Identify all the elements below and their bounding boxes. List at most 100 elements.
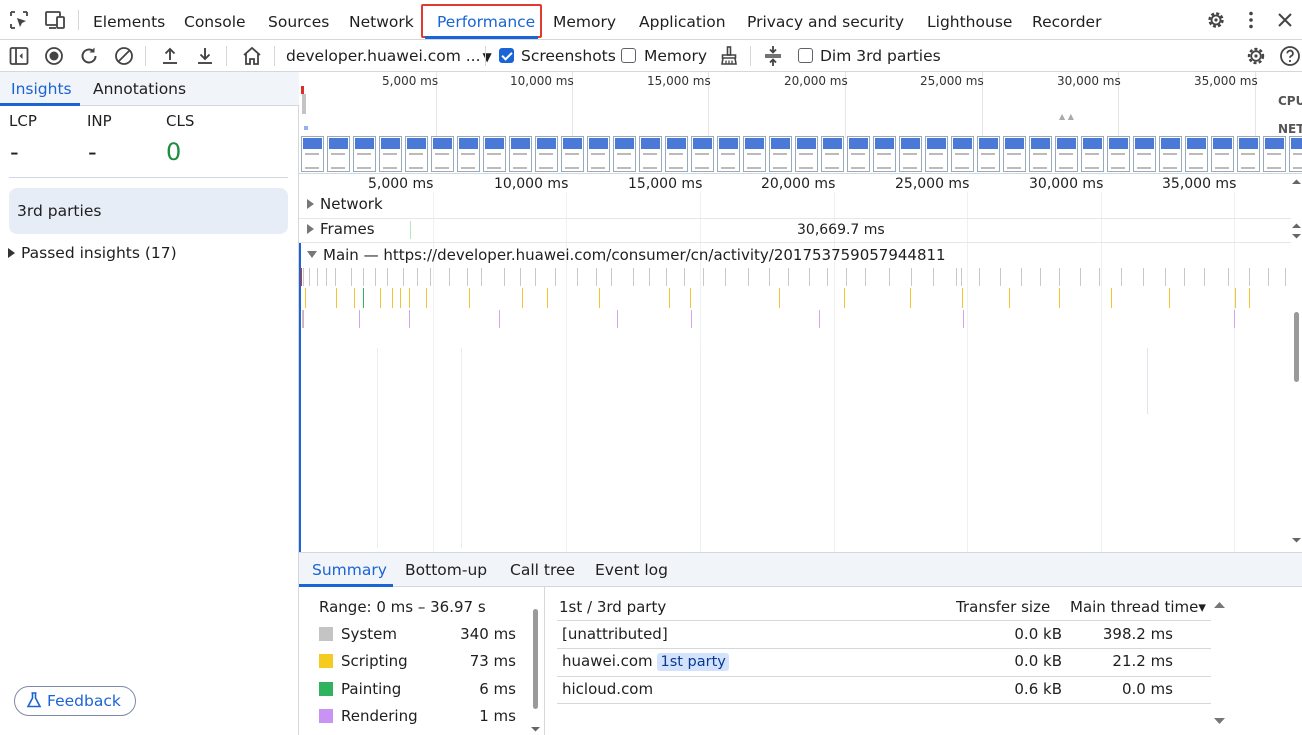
help-icon[interactable] — [1278, 44, 1302, 68]
screenshot-thumbnail[interactable] — [1003, 136, 1026, 172]
screenshot-thumbnail[interactable] — [457, 136, 480, 172]
toggle-sidebar-icon[interactable] — [7, 44, 31, 68]
recording-url-select[interactable]: developer.huawei.com ... ▼ — [286, 40, 492, 73]
task-slice[interactable] — [666, 268, 667, 286]
screenshot-thumbnail[interactable] — [769, 136, 792, 172]
task-trail[interactable] — [461, 348, 462, 548]
task-slice[interactable] — [1099, 268, 1100, 286]
rendering-slice[interactable] — [359, 310, 360, 328]
home-icon[interactable] — [240, 44, 264, 68]
rendering-slice[interactable] — [499, 310, 500, 328]
task-slice[interactable] — [846, 268, 847, 286]
task-slice[interactable] — [481, 268, 482, 286]
scripting-slice[interactable] — [400, 288, 401, 308]
screenshot-thumbnail[interactable] — [665, 136, 688, 172]
task-slice[interactable] — [577, 268, 578, 286]
task-slice[interactable] — [504, 268, 505, 286]
screenshot-thumbnail[interactable] — [379, 136, 402, 172]
task-slice[interactable] — [956, 268, 957, 286]
scripting-slice[interactable] — [426, 288, 427, 308]
tab-recorder[interactable]: Recorder — [1032, 0, 1101, 40]
inspect-element-icon[interactable] — [8, 9, 30, 31]
task-trail[interactable] — [700, 348, 701, 548]
screenshot-thumbnail[interactable] — [561, 136, 584, 172]
frames-track-header[interactable]: Frames — [307, 220, 375, 238]
scripting-slice[interactable] — [844, 288, 845, 308]
scripting-slice[interactable] — [547, 288, 548, 308]
tab-application[interactable]: Application — [639, 0, 726, 40]
task-slice[interactable] — [649, 268, 650, 286]
garbage-collect-broom-icon[interactable] — [717, 44, 741, 68]
device-toolbar-icon[interactable] — [44, 9, 66, 31]
tab-call-tree[interactable]: Call tree — [510, 553, 575, 587]
screenshot-thumbnail[interactable] — [509, 136, 532, 172]
task-slice[interactable] — [1000, 268, 1001, 286]
scripting-slice[interactable] — [354, 288, 355, 308]
screenshot-thumbnail[interactable] — [847, 136, 870, 172]
column-header-transfer-size[interactable]: Transfer size — [956, 598, 1050, 616]
screenshot-thumbnail[interactable] — [301, 136, 324, 172]
screenshot-thumbnail[interactable] — [587, 136, 610, 172]
scripting-slice[interactable] — [690, 288, 691, 308]
screenshot-thumbnail[interactable] — [353, 136, 376, 172]
task-slice[interactable] — [375, 268, 376, 286]
task-slice[interactable] — [335, 268, 336, 286]
scripting-slice[interactable] — [336, 288, 337, 308]
long-task-marker[interactable] — [301, 268, 302, 286]
screenshot-thumbnail[interactable] — [1159, 136, 1182, 172]
collapse-tracks-icon[interactable] — [761, 44, 785, 68]
task-slice[interactable] — [1249, 268, 1250, 286]
screenshot-thumbnail[interactable] — [431, 136, 454, 172]
task-slice[interactable] — [467, 268, 468, 286]
painting-slice[interactable] — [363, 288, 364, 308]
clear-icon[interactable] — [112, 44, 136, 68]
task-slice[interactable] — [788, 268, 789, 286]
scripting-slice[interactable] — [1235, 288, 1236, 308]
tab-insights[interactable]: Insights — [11, 72, 72, 106]
tab-lighthouse[interactable]: Lighthouse — [927, 0, 1012, 40]
task-slice[interactable] — [809, 268, 810, 286]
screenshot-thumbnail[interactable] — [1055, 136, 1078, 172]
screenshot-thumbnail[interactable] — [327, 136, 350, 172]
screenshot-thumbnail[interactable] — [899, 136, 922, 172]
tab-console[interactable]: Console — [184, 0, 246, 40]
screenshot-thumbnail[interactable] — [1029, 136, 1052, 172]
task-slice[interactable] — [1204, 268, 1205, 286]
screenshots-checkbox[interactable] — [499, 48, 514, 63]
close-icon[interactable] — [1274, 9, 1296, 31]
screenshot-thumbnail[interactable] — [483, 136, 506, 172]
screenshot-thumbnail[interactable] — [873, 136, 896, 172]
tab-sources[interactable]: Sources — [268, 0, 329, 40]
task-slice[interactable] — [363, 268, 364, 286]
task-slice[interactable] — [1184, 268, 1185, 286]
task-slice[interactable] — [1080, 268, 1081, 286]
scripting-slice[interactable] — [305, 288, 306, 308]
screenshot-thumbnail[interactable] — [1133, 136, 1156, 172]
tab-network[interactable]: Network — [349, 0, 414, 40]
tab-memory[interactable]: Memory — [553, 0, 616, 40]
memory-checkbox[interactable] — [621, 48, 636, 63]
scripting-slice[interactable] — [1059, 288, 1060, 308]
task-slice[interactable] — [979, 268, 980, 286]
scripting-slice[interactable] — [392, 288, 393, 308]
task-slice[interactable] — [1121, 268, 1122, 286]
screenshot-thumbnail[interactable] — [535, 136, 558, 172]
task-slice[interactable] — [555, 268, 556, 286]
more-options-icon[interactable] — [1240, 9, 1262, 31]
task-slice[interactable] — [351, 268, 352, 286]
task-slice[interactable] — [769, 268, 770, 286]
dim-3rd-parties-checkbox[interactable] — [798, 48, 813, 63]
task-slice[interactable] — [317, 268, 318, 286]
task-slice[interactable] — [933, 268, 934, 286]
screenshot-thumbnail[interactable] — [1211, 136, 1234, 172]
scripting-slice[interactable] — [599, 288, 600, 308]
screenshot-thumbnail[interactable] — [977, 136, 1000, 172]
rendering-slice[interactable] — [617, 310, 618, 328]
scripting-slice[interactable] — [380, 288, 381, 308]
table-scrollbar[interactable] — [1214, 597, 1225, 729]
task-slice[interactable] — [403, 268, 404, 286]
task-slice[interactable] — [449, 268, 450, 286]
screenshot-thumbnail[interactable] — [743, 136, 766, 172]
main-track-header[interactable]: Main — https://developer.huawei.com/cons… — [307, 246, 946, 264]
tab-annotations[interactable]: Annotations — [93, 72, 186, 106]
